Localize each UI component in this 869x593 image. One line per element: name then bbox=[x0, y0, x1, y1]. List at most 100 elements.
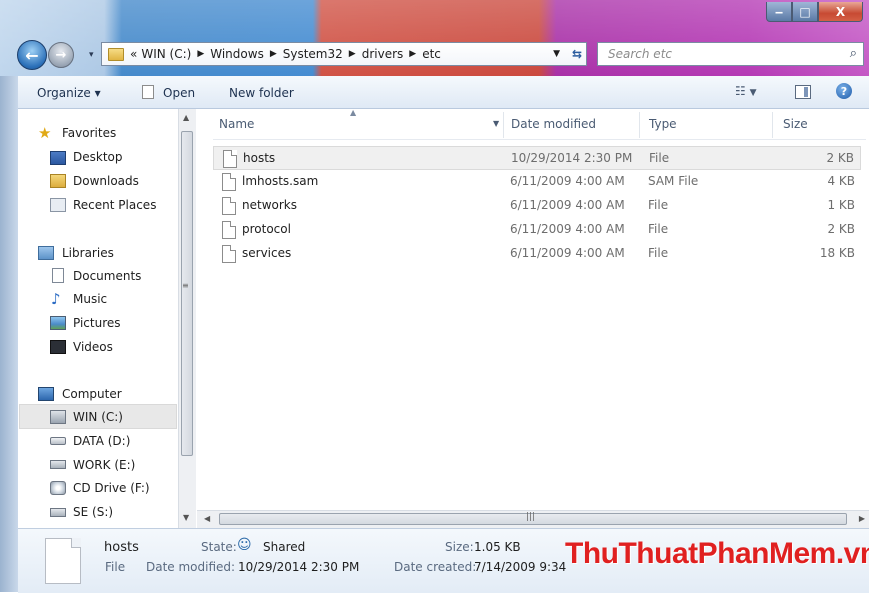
details-file-kind: File bbox=[105, 560, 126, 574]
file-row[interactable]: services 6/11/2009 4:00 AM File 18 KB bbox=[213, 242, 861, 266]
videos-icon bbox=[50, 340, 66, 354]
nav-desktop[interactable]: Desktop bbox=[73, 150, 123, 164]
nav-videos[interactable]: Videos bbox=[73, 340, 113, 354]
file-row[interactable]: lmhosts.sam 6/11/2009 4:00 AM SAM File 4… bbox=[213, 170, 861, 194]
nav-drive-se[interactable]: SE (S:) bbox=[73, 505, 113, 519]
recent-places-icon bbox=[50, 198, 66, 212]
details-created-value: 7/14/2009 9:34 bbox=[474, 560, 567, 574]
scroll-down-icon[interactable]: ▼ bbox=[183, 513, 189, 522]
address-dropdown-icon[interactable]: ▼ bbox=[553, 49, 560, 59]
file-date: 6/11/2009 4:00 AM bbox=[510, 246, 625, 260]
scroll-up-icon[interactable]: ▲ bbox=[183, 113, 189, 122]
details-state-label: State: bbox=[201, 540, 237, 554]
star-icon: ★ bbox=[38, 124, 52, 142]
breadcrumb-separator-icon[interactable]: ▶ bbox=[270, 49, 277, 59]
file-icon bbox=[222, 197, 236, 215]
minimize-button[interactable]: ‒ bbox=[766, 2, 792, 22]
nav-downloads[interactable]: Downloads bbox=[73, 174, 139, 188]
file-type: File bbox=[648, 246, 669, 260]
file-name: lmhosts.sam bbox=[242, 174, 319, 188]
address-bar[interactable]: « WIN (C:) ▶ Windows ▶ System32 ▶ driver… bbox=[101, 42, 587, 66]
scroll-grip-icon: ≡ bbox=[182, 281, 189, 290]
refresh-button[interactable]: ⇆ bbox=[566, 43, 588, 65]
details-state-value: Shared bbox=[263, 540, 306, 554]
file-preview-icon bbox=[45, 538, 81, 584]
forward-button[interactable]: → bbox=[48, 42, 74, 68]
drive-icon bbox=[50, 508, 66, 517]
libraries-icon bbox=[38, 246, 54, 260]
nav-documents[interactable]: Documents bbox=[73, 269, 141, 283]
nav-cd-drive[interactable]: CD Drive (F:) bbox=[73, 481, 150, 495]
column-dropdown-icon[interactable]: ▼ bbox=[493, 119, 499, 128]
breadcrumb-system32[interactable]: System32 bbox=[283, 47, 343, 61]
preview-pane-icon bbox=[804, 87, 808, 97]
column-header-size[interactable]: Size bbox=[783, 117, 808, 131]
file-name: networks bbox=[242, 198, 297, 212]
change-view-button[interactable]: ☷ ▼ bbox=[735, 84, 757, 98]
column-divider[interactable] bbox=[772, 112, 773, 138]
help-button[interactable]: ? bbox=[836, 83, 852, 99]
nav-music[interactable]: Music bbox=[73, 292, 107, 306]
file-icon bbox=[222, 173, 236, 191]
maximize-button[interactable]: □ bbox=[792, 2, 818, 22]
nav-favorites[interactable]: Favorites bbox=[62, 126, 116, 140]
open-icon bbox=[142, 85, 154, 99]
breadcrumb-separator-icon[interactable]: ▶ bbox=[197, 49, 204, 59]
file-row[interactable]: protocol 6/11/2009 4:00 AM File 2 KB bbox=[213, 218, 861, 242]
back-button[interactable]: ← bbox=[17, 40, 47, 70]
cd-drive-icon bbox=[50, 481, 66, 495]
file-date: 6/11/2009 4:00 AM bbox=[510, 222, 625, 236]
column-divider[interactable] bbox=[639, 112, 640, 138]
column-header-name[interactable]: Name bbox=[219, 117, 254, 131]
details-size-value: 1.05 KB bbox=[474, 540, 521, 554]
nav-drive-data[interactable]: DATA (D:) bbox=[73, 434, 130, 448]
scroll-thumb[interactable] bbox=[181, 131, 193, 456]
scroll-right-icon[interactable]: ▶ bbox=[859, 514, 865, 523]
breadcrumb-etc[interactable]: etc bbox=[422, 47, 441, 61]
details-modified-label: Date modified: bbox=[146, 560, 236, 574]
search-input[interactable]: Search etc ⌕ bbox=[597, 42, 864, 66]
maximize-icon: □ bbox=[799, 4, 811, 19]
nav-pictures[interactable]: Pictures bbox=[73, 316, 121, 330]
breadcrumb-windows[interactable]: Windows bbox=[210, 47, 264, 61]
downloads-icon bbox=[50, 174, 66, 188]
close-icon: X bbox=[835, 4, 846, 19]
minimize-icon: ‒ bbox=[774, 4, 784, 19]
navigation-scrollbar[interactable]: ▲ ≡ ▼ bbox=[178, 109, 196, 529]
horizontal-scrollbar[interactable]: ◀ ||| ▶ bbox=[197, 510, 869, 528]
search-icon[interactable]: ⌕ bbox=[850, 46, 857, 61]
file-icon bbox=[222, 245, 236, 263]
preview-pane-button[interactable] bbox=[795, 85, 811, 99]
open-button[interactable]: Open bbox=[163, 86, 195, 100]
nav-recent-places[interactable]: Recent Places bbox=[73, 198, 156, 212]
details-file-name: hosts bbox=[104, 540, 139, 555]
breadcrumb-win[interactable]: WIN (C:) bbox=[141, 47, 191, 61]
file-name: hosts bbox=[243, 151, 276, 165]
window-frame-left bbox=[0, 76, 18, 592]
close-button[interactable]: X bbox=[818, 2, 863, 22]
column-divider[interactable] bbox=[503, 112, 504, 138]
address-overflow[interactable]: « bbox=[130, 47, 137, 61]
breadcrumb-separator-icon[interactable]: ▶ bbox=[349, 49, 356, 59]
file-row[interactable]: hosts 10/29/2014 2:30 PM File 2 KB bbox=[213, 146, 861, 170]
scroll-left-icon[interactable]: ◀ bbox=[204, 514, 210, 523]
nav-libraries[interactable]: Libraries bbox=[62, 246, 114, 260]
watermark: ThuThuatPhanMem.vn bbox=[565, 537, 869, 570]
new-folder-button[interactable]: New folder bbox=[229, 86, 294, 100]
file-row[interactable]: networks 6/11/2009 4:00 AM File 1 KB bbox=[213, 194, 861, 218]
organize-button[interactable]: Organize ▾ bbox=[37, 86, 101, 100]
file-icon bbox=[223, 150, 237, 168]
recent-pages-dropdown[interactable]: ▾ bbox=[89, 50, 94, 60]
column-header-type[interactable]: Type bbox=[649, 117, 677, 131]
help-icon: ? bbox=[840, 84, 848, 98]
file-icon bbox=[222, 221, 236, 239]
file-size: 1 KB bbox=[827, 198, 855, 212]
forward-arrow-icon: → bbox=[55, 47, 67, 63]
nav-drive-win[interactable]: WIN (C:) bbox=[73, 410, 123, 424]
breadcrumb-separator-icon[interactable]: ▶ bbox=[409, 49, 416, 59]
refresh-icon: ⇆ bbox=[571, 47, 583, 61]
nav-drive-work[interactable]: WORK (E:) bbox=[73, 458, 135, 472]
nav-computer[interactable]: Computer bbox=[62, 387, 122, 401]
column-header-date[interactable]: Date modified bbox=[511, 117, 596, 131]
breadcrumb-drivers[interactable]: drivers bbox=[362, 47, 404, 61]
